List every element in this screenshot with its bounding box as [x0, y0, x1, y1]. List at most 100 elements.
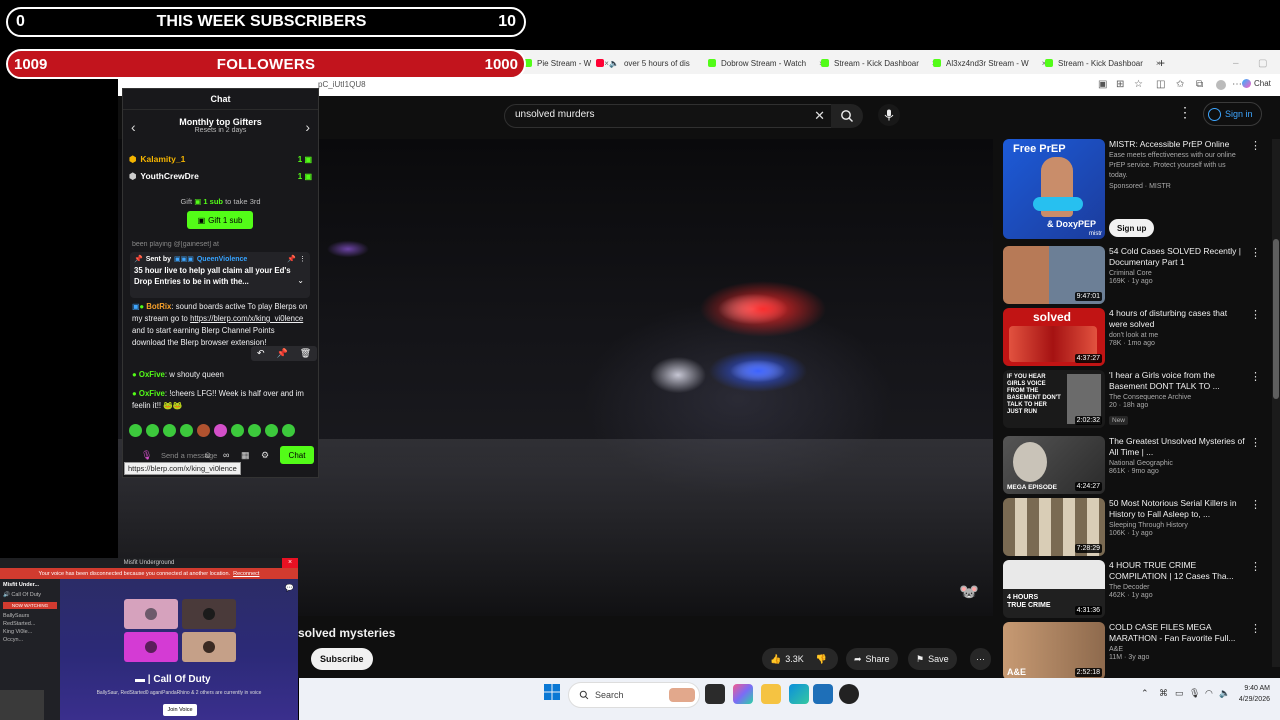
ad-signup-button[interactable]: Sign up	[1109, 219, 1155, 237]
maximize-icon[interactable]: ▢	[1258, 53, 1267, 73]
emote-icon[interactable]	[248, 424, 261, 437]
obs-icon[interactable]	[839, 684, 859, 704]
chat-username[interactable]: OxFive	[139, 389, 165, 398]
channel-name[interactable]: don't look at me	[1109, 332, 1245, 339]
browser-tab[interactable]: Stream - Kick Dashboar×	[1045, 53, 1161, 73]
emoji-icon[interactable]: ☺	[203, 450, 212, 460]
reader-icon[interactable]: ⊞	[1116, 80, 1126, 90]
server-name[interactable]: Misfit Under...	[0, 579, 60, 591]
browser-tab[interactable]: Dobrow Stream - Watch×	[708, 53, 824, 73]
chevron-right-icon[interactable]: ›	[305, 119, 310, 135]
clear-search-icon[interactable]: ✕	[814, 108, 825, 124]
more-options-icon[interactable]: ⋯	[1232, 80, 1242, 90]
search-button[interactable]	[831, 104, 863, 128]
participant-tile[interactable]	[182, 632, 236, 662]
recommended-video[interactable]: 9:47:01 54 Cold Cases SOLVED Recently | …	[1003, 246, 1265, 304]
chat-bubble-icon[interactable]: 💬	[285, 584, 294, 592]
channel-name[interactable]: The Decoder	[1109, 584, 1245, 591]
microphone-icon[interactable]: 🎙	[1189, 688, 1200, 699]
channel-name[interactable]: Criminal Core	[1109, 270, 1245, 277]
video-menu-icon[interactable]: ⋮	[1250, 370, 1261, 383]
pinned-menu-icon[interactable]: ⋮	[299, 255, 306, 263]
close-icon[interactable]: ×	[282, 558, 298, 568]
video-menu-icon[interactable]: ⋮	[1250, 246, 1261, 259]
participant-tile[interactable]	[124, 599, 178, 629]
unpin-icon[interactable]: 📌	[287, 255, 296, 263]
more-actions-button[interactable]: ⋯	[970, 648, 991, 670]
video-title-link[interactable]: 54 Cold Cases SOLVED Recently | Document…	[1109, 246, 1245, 268]
gifter-row[interactable]: ⬢ Kalamity_1 1 ▣	[129, 152, 312, 166]
sponsored-ad[interactable]: Free PrEP & DoxyPEP mistr MISTR: Accessi…	[1003, 139, 1265, 239]
emote-icon[interactable]	[129, 424, 142, 437]
settings-menu-icon[interactable]: ⋮	[1178, 104, 1193, 121]
video-menu-icon[interactable]: ⋮	[1250, 308, 1261, 321]
channel-name[interactable]: National Geographic	[1109, 460, 1245, 467]
scrollbar-thumb[interactable]	[1273, 239, 1279, 399]
emote-icon[interactable]	[214, 424, 227, 437]
channel-name[interactable]: Sleeping Through History	[1109, 522, 1245, 529]
subscribe-button[interactable]: Subscribe	[311, 648, 373, 670]
display-icon[interactable]: ▭	[1175, 688, 1184, 699]
chat-username[interactable]: OxFive	[139, 370, 165, 379]
member-item[interactable]: Occyn...	[0, 636, 60, 644]
new-tab-button[interactable]: +	[1158, 53, 1165, 73]
like-dislike-group[interactable]: 👍 3.3K 👎	[762, 648, 838, 670]
channel-name[interactable]: The Consequence Archive	[1109, 394, 1245, 401]
voice-channel-item[interactable]: 🔊 Call Of Duty	[0, 591, 60, 599]
video-thumbnail[interactable]: solved 4:37:27	[1003, 308, 1105, 366]
reply-icon[interactable]: ↶	[257, 348, 265, 359]
emote-icon[interactable]	[180, 424, 193, 437]
chevron-left-icon[interactable]: ‹	[131, 119, 136, 135]
video-title-link[interactable]: COLD CASE FILES MEGA MARATHON - Fan Favo…	[1109, 622, 1245, 644]
browser-tab[interactable]: 🔈 over 5 hours of dis	[596, 53, 690, 73]
channel-name[interactable]: A&E	[1109, 646, 1245, 653]
member-item[interactable]: BallySaurs	[0, 612, 60, 620]
emote-icon[interactable]	[265, 424, 278, 437]
recommended-video[interactable]: IF YOU HEAR GIRLS VOICE FROM THE BASEMEN…	[1003, 370, 1265, 428]
video-menu-icon[interactable]: ⋮	[1250, 498, 1261, 511]
browser-tab[interactable]: Al3xz4nd3r Stream - W×	[933, 53, 1046, 73]
url-text[interactable]: pC_iUtI1QU8	[318, 80, 366, 89]
extensions-icon[interactable]: ▣	[1098, 80, 1108, 90]
share-button[interactable]: ➦ Share	[846, 648, 898, 670]
emote-icon[interactable]	[146, 424, 159, 437]
chevron-down-icon[interactable]: ⌄	[297, 276, 304, 285]
video-thumbnail[interactable]: 9:47:01	[1003, 246, 1105, 304]
reconnect-link[interactable]: Reconnect	[233, 571, 259, 577]
bluetooth-icon[interactable]: ⌘	[1159, 688, 1168, 699]
volume-icon[interactable]: 🔈	[1219, 688, 1230, 699]
pinned-username[interactable]: QueenViolence	[197, 256, 247, 263]
emote-icon[interactable]	[163, 424, 176, 437]
chevron-up-icon[interactable]: ⌃	[1141, 688, 1149, 699]
save-button[interactable]: ⚑ Save	[908, 648, 957, 670]
emote-icon[interactable]	[197, 424, 210, 437]
task-view-icon[interactable]	[705, 684, 725, 704]
recommended-video[interactable]: MEGA EPISODE 4:24:27 The Greatest Unsolve…	[1003, 436, 1265, 494]
taskbar-search[interactable]: Search	[568, 682, 700, 708]
member-item[interactable]: RedStarted...	[0, 620, 60, 628]
ad-menu-icon[interactable]: ⋮	[1250, 139, 1261, 152]
video-menu-icon[interactable]: ⋮	[1250, 622, 1261, 635]
collections-icon[interactable]: ⧉	[1196, 80, 1206, 90]
copilot-icon[interactable]	[733, 684, 753, 704]
emote-icon[interactable]	[231, 424, 244, 437]
file-explorer-icon[interactable]	[761, 684, 781, 704]
voice-search-button[interactable]	[878, 104, 900, 126]
store-icon[interactable]: ▦	[241, 450, 250, 461]
store-icon[interactable]	[813, 684, 833, 704]
video-thumbnail[interactable]: 7:28:29	[1003, 498, 1105, 556]
like-icon[interactable]: 👍	[770, 654, 781, 665]
recommended-video[interactable]: 7:28:29 50 Most Notorious Serial Killers…	[1003, 498, 1265, 556]
sign-in-button[interactable]: Sign in	[1203, 102, 1262, 126]
chat-link[interactable]: https://blerp.com/x/king_vi0lence	[190, 314, 303, 323]
chat-send-button[interactable]: Chat	[280, 446, 314, 464]
video-title-link[interactable]: 'I hear a Girls voice from the Basement …	[1109, 370, 1245, 392]
split-screen-icon[interactable]: ◫	[1156, 80, 1166, 90]
join-voice-button[interactable]: Join Voice	[163, 704, 197, 716]
gear-icon[interactable]: ⚙	[261, 450, 269, 461]
pinned-message[interactable]: 📌 Sent by ▣▣▣ QueenViolence 📌 ⋮ 35 hour …	[130, 252, 310, 298]
video-thumbnail[interactable]: MEGA EPISODE 4:24:27	[1003, 436, 1105, 494]
start-icon[interactable]	[544, 684, 562, 702]
gift-sub-button[interactable]: ▣ Gift 1 sub	[187, 211, 253, 229]
video-thumbnail[interactable]: A&E 2:52:18	[1003, 622, 1105, 680]
